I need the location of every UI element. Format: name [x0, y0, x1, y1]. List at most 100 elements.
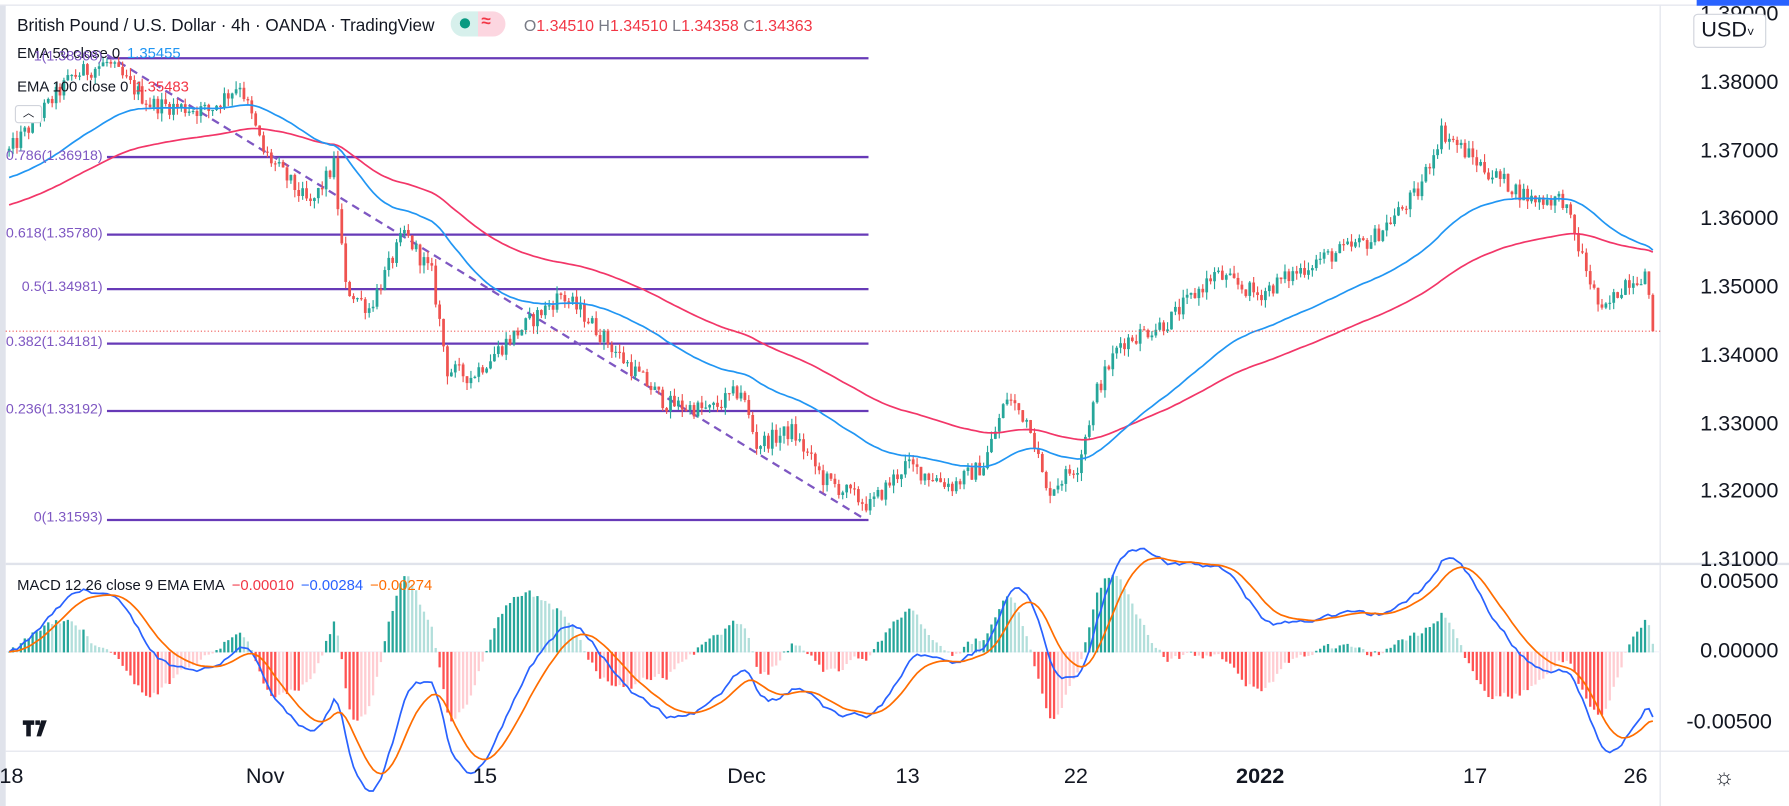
macd-histogram-bar	[1510, 651, 1514, 699]
macd-histogram-bar	[336, 635, 340, 653]
macd-histogram-bar	[1256, 651, 1259, 689]
macd-histogram-bar	[1354, 647, 1357, 653]
candle-body	[211, 109, 215, 112]
candle-body	[1635, 283, 1639, 286]
candle	[1436, 144, 1439, 159]
candle-body	[903, 461, 907, 475]
macd-histogram-bar	[728, 625, 731, 653]
candle-body	[841, 492, 845, 496]
market-status-badge[interactable]: ≈	[450, 11, 506, 37]
candle	[332, 151, 336, 180]
candle	[434, 259, 438, 308]
macd-histogram-bar	[1142, 624, 1146, 653]
macd-legend[interactable]: MACD 12 26 close 9 EMA EMA −0.00010 −0.002…	[17, 577, 432, 594]
macd-histogram-bar	[215, 650, 218, 653]
candle	[676, 396, 680, 410]
candle	[1271, 283, 1275, 297]
candle	[1103, 359, 1107, 398]
macd-histogram-bar	[1381, 651, 1384, 654]
candle-body	[1502, 173, 1506, 179]
currency-dropdown[interactable]: USD˅	[1693, 13, 1767, 48]
candle	[947, 478, 950, 492]
candle	[246, 96, 250, 105]
candle-body	[403, 229, 406, 234]
macd-histogram-bar	[548, 603, 551, 653]
candle	[1099, 379, 1103, 393]
time-tick-label: 15	[472, 764, 498, 789]
candle	[1334, 251, 1338, 262]
candle-body	[356, 298, 359, 300]
tradingview-logo[interactable]	[21, 717, 55, 740]
candle	[817, 462, 821, 475]
macd-histogram-bar	[1463, 651, 1467, 658]
macd-histogram-bar	[1526, 651, 1529, 691]
candle-body	[434, 265, 438, 305]
macd-histogram-bar	[1287, 651, 1291, 663]
candle-body	[297, 189, 301, 197]
macd-histogram-bar	[512, 597, 516, 653]
macd-histogram-bar	[857, 651, 860, 659]
macd-histogram-bar	[798, 645, 801, 653]
candle-body	[1146, 330, 1150, 338]
macd-histogram-bar	[1632, 636, 1635, 653]
candle-body	[93, 68, 97, 78]
candle	[1209, 274, 1212, 285]
low-value: 1.34358	[681, 15, 739, 35]
market-open-icon	[459, 18, 471, 29]
candle-body	[160, 99, 164, 114]
macd-histogram-bar	[238, 632, 242, 653]
candle	[305, 180, 308, 201]
time-tick-label: 17	[1463, 764, 1488, 789]
macd-histogram-bar	[1166, 651, 1169, 662]
candle-body	[1584, 252, 1588, 272]
candle	[504, 332, 508, 361]
macd-histogram-bar	[970, 643, 974, 653]
macd-histogram-bar	[1514, 651, 1518, 694]
ema100-legend[interactable]: EMA 100 close 0 1.35483	[17, 78, 189, 95]
candle-body	[1479, 162, 1483, 166]
candle	[1123, 338, 1126, 356]
settings-gear-icon[interactable]: ☼	[1714, 765, 1735, 791]
macd-histogram-bar	[669, 651, 672, 672]
macd-histogram-bar	[152, 651, 156, 693]
candle	[1322, 248, 1326, 264]
candle	[1201, 284, 1205, 298]
macd-histogram-bar	[1217, 651, 1220, 655]
chart-canvas[interactable]	[0, 0, 1789, 806]
candle	[1021, 410, 1025, 423]
candle-body	[363, 299, 367, 313]
candle	[399, 227, 402, 247]
candle-body	[1279, 277, 1283, 280]
candle	[743, 390, 747, 403]
macd-histogram-bar	[1052, 651, 1056, 719]
symbol-legend[interactable]: British Pound / U.S. Dollar · 4h · OANDA…	[17, 11, 813, 39]
candle-body	[555, 293, 559, 310]
candle	[473, 375, 477, 379]
macd-histogram-bar	[1170, 651, 1173, 659]
candle	[680, 394, 684, 418]
macd-histogram-bar	[344, 651, 347, 689]
macd-histogram-bar	[58, 623, 62, 653]
macd-histogram-bar	[1045, 651, 1048, 709]
collapse-legend-button[interactable]: ︿	[14, 105, 43, 124]
candle-body	[884, 482, 888, 500]
candle-body	[1444, 125, 1447, 142]
candle	[880, 489, 884, 501]
candle	[1342, 238, 1346, 251]
candle	[348, 280, 351, 297]
candle	[860, 498, 864, 511]
time-tick-label: 13	[895, 764, 920, 789]
candle-body	[262, 135, 265, 152]
macd-histogram-bar	[1225, 651, 1228, 662]
candle-body	[645, 371, 649, 386]
candle-body	[641, 371, 645, 373]
macd-histogram-bar	[1385, 648, 1388, 653]
candle-body	[1424, 166, 1428, 182]
macd-histogram-bar	[657, 651, 660, 675]
candle-body	[1338, 244, 1342, 254]
candle	[481, 364, 485, 375]
candle-body	[195, 110, 199, 116]
macd-histogram-bar	[497, 617, 500, 653]
candle-body	[414, 244, 418, 250]
interval[interactable]: 4h	[231, 16, 250, 35]
